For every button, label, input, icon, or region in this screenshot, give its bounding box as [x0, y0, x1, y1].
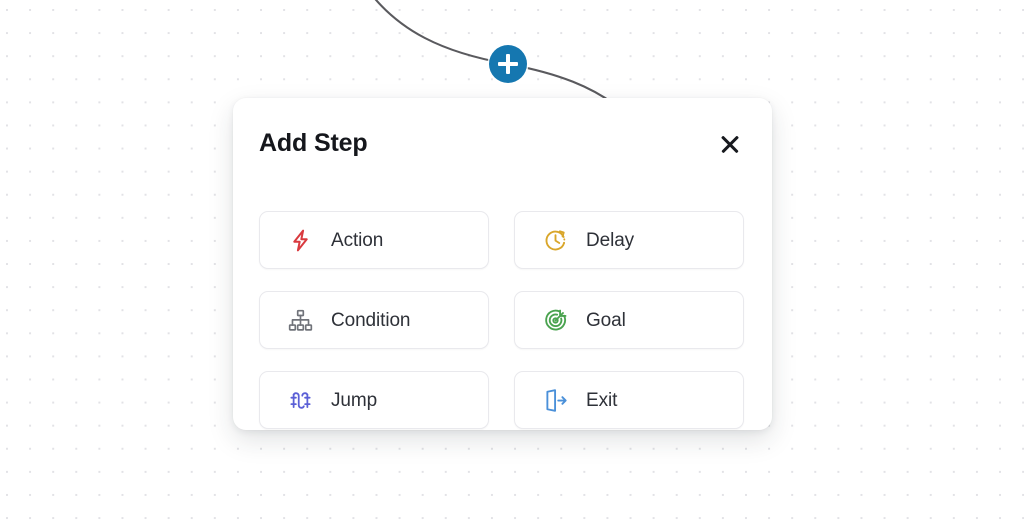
jump-arrows-icon — [287, 387, 314, 414]
option-goal[interactable]: Goal — [514, 291, 744, 349]
option-exit[interactable]: Exit — [514, 371, 744, 429]
modal-header: Add Step — [233, 98, 772, 188]
option-condition[interactable]: Condition — [259, 291, 489, 349]
lightning-bolt-icon — [287, 227, 314, 254]
target-arrow-icon — [542, 307, 569, 334]
option-action[interactable]: Action — [259, 211, 489, 269]
page-title: Add Step — [259, 128, 368, 157]
option-delay-label: Delay — [586, 229, 635, 251]
option-jump-label: Jump — [331, 389, 378, 411]
plus-icon-vertical — [505, 54, 511, 74]
exit-door-icon — [542, 387, 569, 414]
option-exit-label: Exit — [586, 389, 618, 411]
add-step-plus-node[interactable] — [489, 45, 527, 83]
option-jump[interactable]: Jump — [259, 371, 489, 429]
option-delay[interactable]: Delay — [514, 211, 744, 269]
close-button[interactable] — [713, 127, 747, 161]
clock-dashed-icon — [542, 227, 569, 254]
option-action-label: Action — [331, 229, 384, 251]
sitemap-icon — [287, 307, 314, 334]
flow-canvas[interactable]: Add Step Action Delay Condition Goal Jum… — [0, 0, 1024, 530]
option-condition-label: Condition — [331, 309, 411, 331]
option-goal-label: Goal — [586, 309, 626, 331]
step-type-option-grid: Action Delay Condition Goal Jump Exit — [259, 211, 746, 429]
add-step-modal: Add Step Action Delay Condition Goal Jum… — [233, 98, 772, 430]
